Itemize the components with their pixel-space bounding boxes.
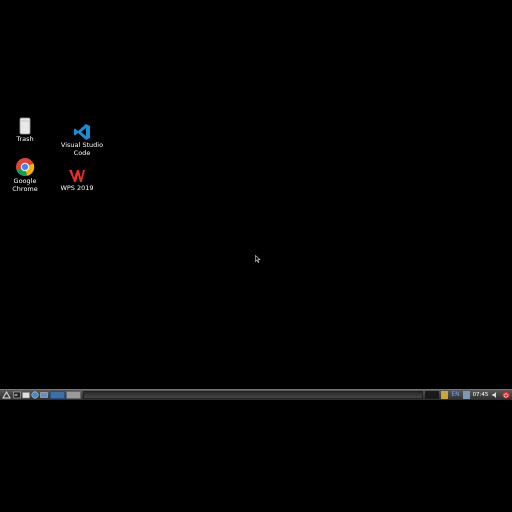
tray-network-icon[interactable] [463, 391, 470, 399]
tray-app-icon[interactable] [425, 391, 439, 399]
trash-icon [19, 117, 31, 135]
browser-icon[interactable] [31, 391, 39, 399]
chrome-icon [16, 158, 35, 177]
desktop-icon-label: WPS 2019 [60, 184, 94, 192]
desktop-icon-vscode[interactable]: Visual Studio Code [57, 123, 107, 157]
desktop-icon-chrome[interactable]: Google Chrome [0, 157, 50, 193]
language-indicator[interactable]: EN [449, 391, 462, 399]
terminal-icon[interactable] [13, 391, 21, 399]
volume-icon[interactable] [492, 391, 499, 399]
task-list[interactable] [83, 391, 423, 399]
workspace-2-button[interactable] [66, 391, 81, 399]
power-icon[interactable] [502, 391, 510, 399]
desktop-icon-wps[interactable]: WPS 2019 [52, 168, 102, 193]
desktop-icon-label: Google Chrome [12, 177, 38, 193]
workspace-1-button[interactable] [50, 391, 65, 399]
file-manager-icon[interactable] [22, 391, 30, 399]
tray-notes-icon[interactable] [441, 391, 448, 399]
desktop-icon-label: Trash [16, 135, 34, 143]
mouse-cursor-icon [255, 255, 261, 263]
wps-icon [69, 170, 85, 182]
desktop-icon-label: Visual Studio Code [60, 141, 104, 157]
desktop-icon-trash[interactable]: Trash [0, 117, 50, 144]
start-menu-icon[interactable] [2, 391, 11, 399]
show-desktop-icon[interactable] [40, 391, 48, 399]
clock[interactable]: 07:45 [471, 391, 490, 399]
taskbar: EN 07:45 [0, 389, 512, 400]
vscode-icon [74, 124, 90, 140]
